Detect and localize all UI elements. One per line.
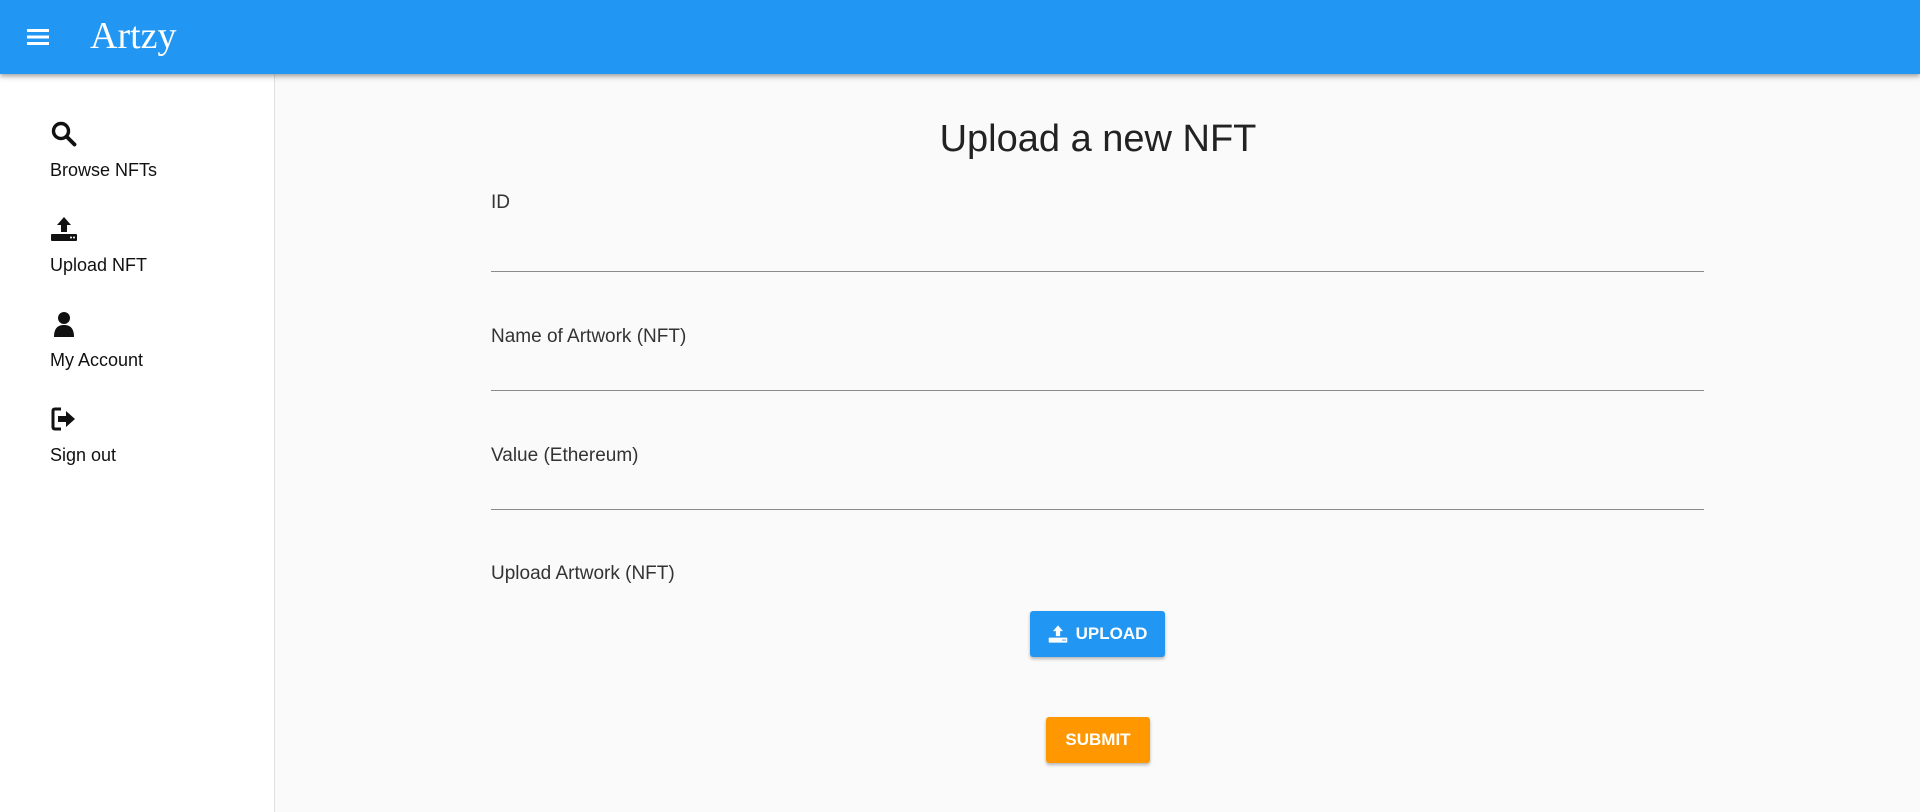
id-field: ID bbox=[491, 192, 1704, 272]
sidebar-item-browse-nfts[interactable]: Browse NFTs bbox=[50, 120, 250, 200]
value-input[interactable] bbox=[491, 474, 1704, 510]
sidebar-item-label: Upload NFT bbox=[50, 255, 148, 275]
sign-out-icon bbox=[51, 407, 75, 431]
upload-artwork-label: Upload Artwork (NFT) bbox=[491, 563, 675, 584]
search-icon bbox=[51, 121, 77, 147]
app-title[interactable]: Artzy bbox=[90, 12, 177, 60]
sidebar-item-upload-nft[interactable]: Upload NFT bbox=[50, 215, 250, 295]
upload-button-label: UPLOAD bbox=[1075, 624, 1148, 643]
value-field-label: Value (Ethereum) bbox=[491, 445, 639, 466]
artwork-name-field: Name of Artwork (NFT) bbox=[491, 326, 1704, 391]
sidebar-item-label: Sign out bbox=[50, 445, 117, 465]
main-content: Upload a new NFT ID Name of Artwork (NFT… bbox=[276, 74, 1920, 812]
upload-icon bbox=[1048, 625, 1067, 643]
submit-button[interactable]: SUBMIT bbox=[1046, 717, 1150, 763]
sidebar-item-label: My Account bbox=[50, 350, 144, 370]
hamburger-menu-icon bbox=[27, 29, 49, 45]
submit-button-label: SUBMIT bbox=[1065, 730, 1131, 749]
app-bar: Artzy bbox=[0, 0, 1920, 74]
sidebar-item-my-account[interactable]: My Account bbox=[50, 310, 250, 390]
sidebar: Browse NFTs Upload NFT My Account Sign o… bbox=[0, 74, 275, 812]
upload-button[interactable]: UPLOAD bbox=[1030, 611, 1165, 657]
upload-icon bbox=[51, 217, 77, 241]
page-title: Upload a new NFT bbox=[939, 118, 1257, 160]
sidebar-item-sign-out[interactable]: Sign out bbox=[50, 405, 250, 485]
id-field-label: ID bbox=[491, 192, 510, 213]
artwork-name-input[interactable] bbox=[491, 355, 1704, 391]
artwork-name-field-label: Name of Artwork (NFT) bbox=[491, 326, 687, 347]
menu-button[interactable] bbox=[20, 19, 56, 55]
id-input[interactable] bbox=[491, 236, 1704, 272]
sidebar-item-label: Browse NFTs bbox=[50, 160, 158, 180]
value-field: Value (Ethereum) bbox=[491, 445, 1704, 510]
person-icon bbox=[54, 312, 74, 337]
